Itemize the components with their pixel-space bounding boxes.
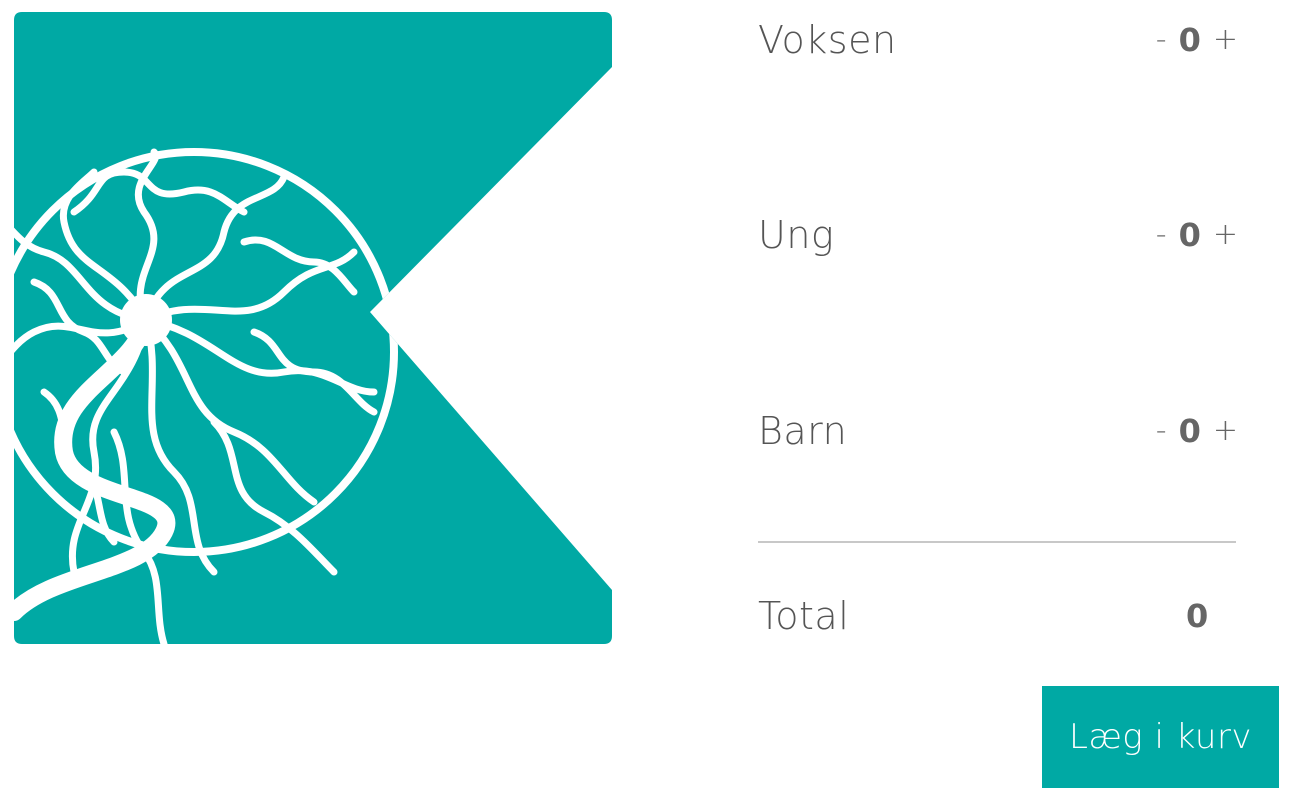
total-label: Total xyxy=(758,594,850,638)
ticket-panel: Voksen - 0 + Ung - 0 + Barn - 0 + Total … xyxy=(758,0,1238,800)
total-value: 0 xyxy=(1186,597,1209,635)
ticket-row-ung: Ung - 0 + xyxy=(758,205,1238,265)
ticket-label: Barn xyxy=(758,409,848,453)
total-row: Total 0 xyxy=(758,586,1238,646)
quantity-value: 0 xyxy=(1178,21,1201,59)
quantity-stepper: - 0 + xyxy=(1156,401,1238,461)
ticket-row-barn: Barn - 0 + xyxy=(758,401,1238,461)
add-to-cart-button[interactable]: Læg i kurv xyxy=(1042,686,1279,788)
increment-button[interactable]: + xyxy=(1213,205,1238,265)
decrement-button[interactable]: - xyxy=(1156,10,1167,70)
logo xyxy=(14,12,612,644)
divider xyxy=(758,541,1236,543)
increment-button[interactable]: + xyxy=(1213,401,1238,461)
ticket-label: Voksen xyxy=(758,18,897,62)
quantity-value: 0 xyxy=(1178,412,1201,450)
ticket-label: Ung xyxy=(758,213,835,257)
decrement-button[interactable]: - xyxy=(1156,205,1167,265)
quantity-stepper: - 0 + xyxy=(1156,205,1238,265)
quantity-value: 0 xyxy=(1178,216,1201,254)
decrement-button[interactable]: - xyxy=(1156,401,1167,461)
tree-of-life-logo-icon xyxy=(14,12,612,644)
ticket-row-voksen: Voksen - 0 + xyxy=(758,10,1238,70)
quantity-stepper: - 0 + xyxy=(1156,10,1238,70)
increment-button[interactable]: + xyxy=(1213,10,1238,70)
